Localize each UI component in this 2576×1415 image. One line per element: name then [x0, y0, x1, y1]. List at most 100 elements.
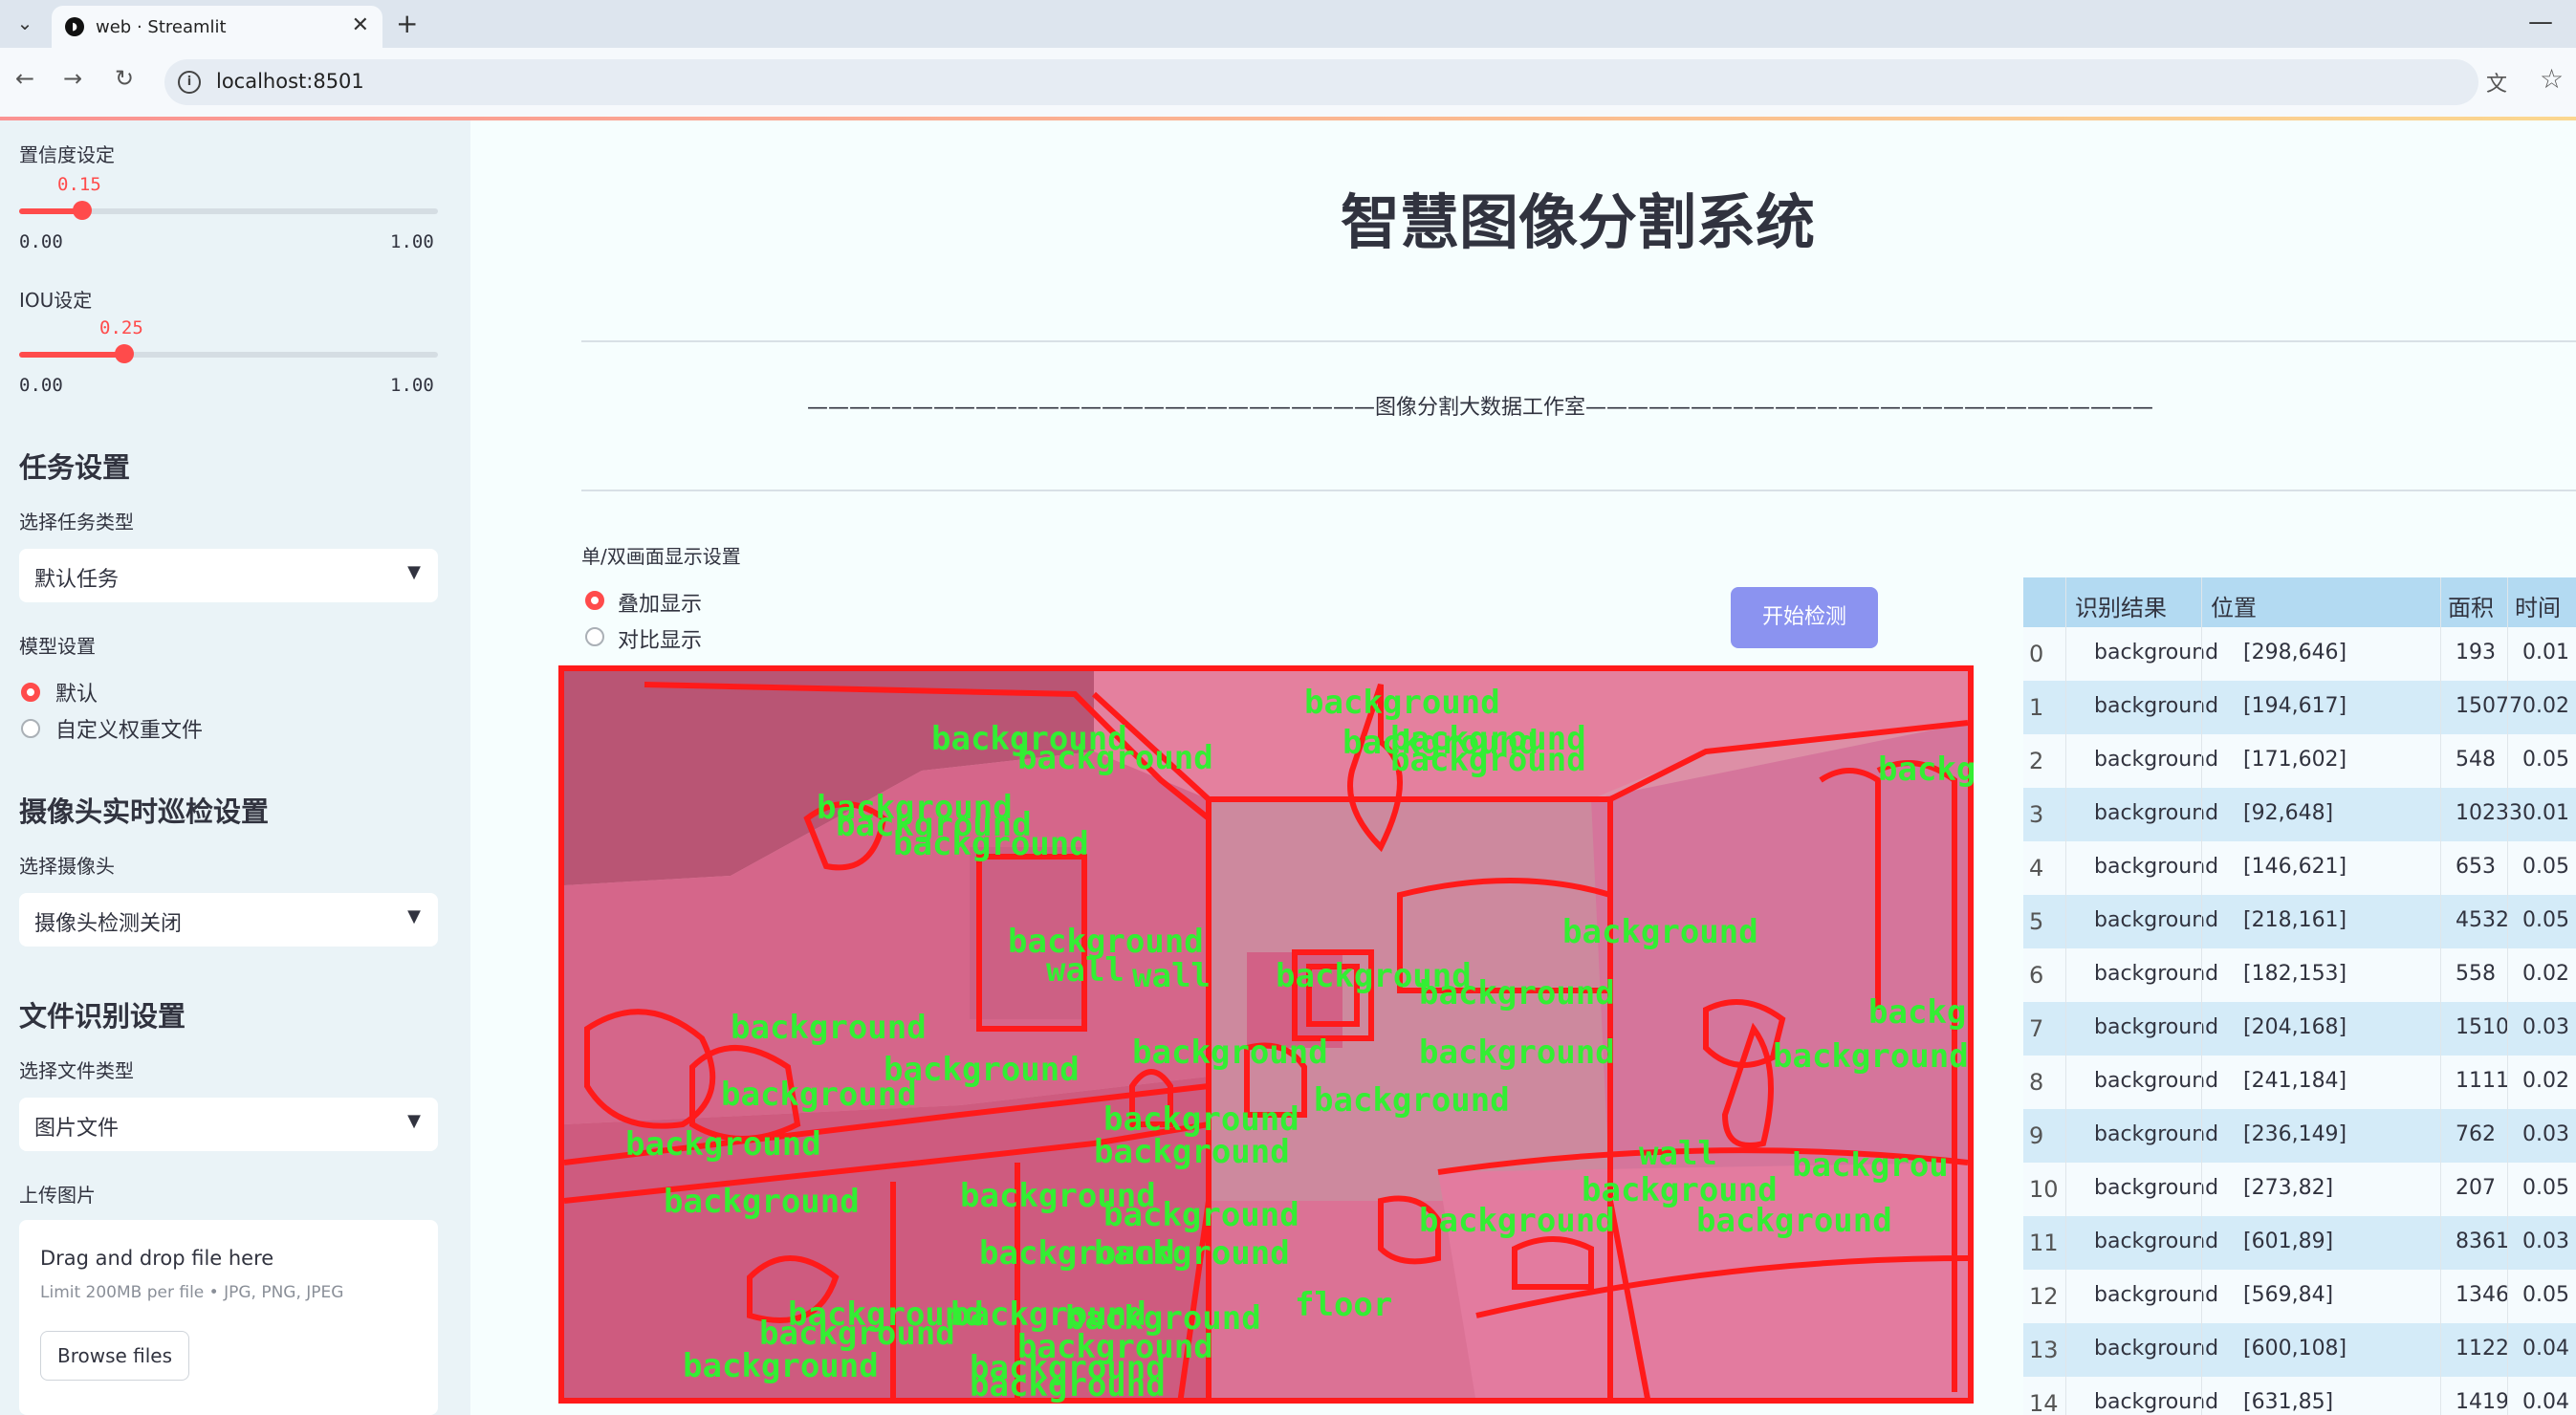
confidence-label: 置信度设定	[19, 143, 115, 166]
confidence-slider-thumb[interactable]	[73, 201, 92, 220]
table-row[interactable]: 14 background [631,85] 1419 0.04	[2023, 1377, 2576, 1415]
tab-list-icon[interactable]: ⌄	[11, 10, 38, 36]
cell-area: 558	[2456, 962, 2496, 986]
model-radio-custom-label[interactable]: 自定义权重文件	[55, 713, 203, 744]
translate-icon[interactable]: 文	[2486, 67, 2507, 98]
cell-area: 1346	[2456, 1283, 2509, 1307]
svg-text:background: background	[1304, 684, 1500, 722]
cell-time: 0.02	[2522, 1069, 2569, 1093]
cell-position: [298,646]	[2243, 641, 2347, 664]
table-row[interactable]: 13 background [600,108] 1122 0.04	[2023, 1323, 2576, 1377]
svg-text:background: background	[1094, 1234, 1290, 1273]
forward-icon[interactable]: →	[63, 65, 82, 92]
svg-text:background: background	[893, 825, 1089, 863]
file-dropzone[interactable]: Drag and drop file here Limit 200MB per …	[19, 1220, 438, 1415]
cell-area: 1510	[2456, 1015, 2509, 1039]
header-area: 面积	[2448, 595, 2494, 621]
camera-select-value: 摄像头检测关闭	[34, 912, 183, 936]
results-table[interactable]: 识别结果 位置 面积 时间 0 background [298,646] 193 0.0…	[2023, 577, 2576, 1415]
minimize-icon[interactable]: —	[2528, 8, 2553, 36]
model-radio-default-label[interactable]: 默认	[55, 677, 98, 708]
svg-text:wall: wall	[1046, 951, 1124, 990]
address-bar[interactable]: i localhost:8501	[164, 59, 2478, 105]
cell-time: 0.05	[2522, 1176, 2569, 1200]
table-row[interactable]: 0 background [298,646] 193 0.01	[2023, 627, 2576, 681]
cell-area: 1122	[2456, 1337, 2509, 1361]
table-row[interactable]: 11 background [601,89] 8361 0.03	[2023, 1216, 2576, 1270]
close-icon[interactable]: ✕	[352, 13, 369, 37]
row-index: 3	[2029, 801, 2044, 828]
display-radio-compare[interactable]	[585, 627, 604, 646]
display-mode-label: 单/双画面显示设置	[581, 545, 741, 568]
cell-result: background	[2094, 801, 2219, 825]
browser-tab[interactable]: ◗ web · Streamlit ✕	[52, 6, 382, 48]
cell-position: [218,161]	[2243, 908, 2347, 932]
svg-text:background: background	[1562, 913, 1758, 951]
cell-position: [600,108]	[2243, 1337, 2347, 1361]
row-index: 14	[2029, 1390, 2059, 1415]
cell-area: 653	[2456, 855, 2496, 879]
bookmark-star-icon[interactable]: ☆	[2540, 63, 2564, 95]
start-detection-button[interactable]: 开始检测	[1731, 587, 1878, 648]
url-text: localhost:8501	[216, 70, 364, 93]
table-row[interactable]: 4 background [146,621] 653 0.05	[2023, 841, 2576, 895]
task-type-select[interactable]: 默认任务 ▼	[19, 549, 438, 602]
browse-files-button[interactable]: Browse files	[40, 1331, 189, 1381]
page-title: 智慧图像分割系统	[1340, 187, 1815, 257]
confidence-slider[interactable]	[19, 201, 438, 220]
model-radio-custom[interactable]	[21, 719, 40, 738]
cell-position: [241,184]	[2243, 1069, 2347, 1093]
table-row[interactable]: 5 background [218,161] 4532 0.05	[2023, 895, 2576, 948]
table-row[interactable]: 8 background [241,184] 1111 0.02	[2023, 1056, 2576, 1109]
svg-text:background: background	[1773, 1037, 1969, 1076]
cell-time: 0.05	[2522, 1283, 2569, 1307]
display-radio-compare-label[interactable]: 对比显示	[618, 623, 702, 654]
cell-area: 762	[2456, 1122, 2496, 1146]
detection-result-image: background background background backgro…	[558, 665, 1976, 1404]
cell-position: [92,648]	[2243, 801, 2334, 825]
file-settings-header: 文件识别设置	[19, 1000, 186, 1033]
site-info-icon[interactable]: i	[178, 71, 201, 94]
header-time: 时间	[2515, 595, 2561, 621]
cell-time: 0.02	[2522, 694, 2569, 718]
table-row[interactable]: 6 background [182,153] 558 0.02	[2023, 948, 2576, 1002]
camera-select[interactable]: 摄像头检测关闭 ▼	[19, 893, 438, 947]
svg-text:wall: wall	[1132, 957, 1211, 995]
table-row[interactable]: 12 background [569,84] 1346 0.05	[2023, 1270, 2576, 1323]
reload-icon[interactable]: ↻	[115, 65, 134, 92]
row-index: 9	[2029, 1122, 2044, 1149]
column-divider	[2440, 577, 2441, 1415]
row-index: 6	[2029, 962, 2044, 989]
cell-time: 0.03	[2522, 1015, 2569, 1039]
row-index: 12	[2029, 1283, 2059, 1310]
table-row[interactable]: 1 background [194,617] 15077 0.02	[2023, 681, 2576, 734]
task-type-value: 默认任务	[34, 568, 120, 592]
table-row[interactable]: 3 background [92,648] 10233 0.01	[2023, 788, 2576, 841]
file-type-value: 图片文件	[34, 1117, 120, 1141]
cell-position: [204,168]	[2243, 1015, 2347, 1039]
table-row[interactable]: 7 background [204,168] 1510 0.03	[2023, 1002, 2576, 1056]
row-index: 13	[2029, 1337, 2059, 1363]
back-icon[interactable]: ←	[15, 65, 34, 92]
model-radio-default[interactable]	[21, 683, 40, 702]
iou-slider[interactable]	[19, 344, 438, 363]
table-row[interactable]: 2 background [171,602] 548 0.05	[2023, 734, 2576, 788]
model-settings-label: 模型设置	[19, 635, 96, 658]
header-position: 位置	[2211, 595, 2257, 621]
cell-result: background	[2094, 1390, 2219, 1414]
display-radio-overlay[interactable]	[585, 591, 604, 610]
row-index: 5	[2029, 908, 2044, 935]
cell-result: background	[2094, 641, 2219, 664]
display-radio-overlay-label[interactable]: 叠加显示	[618, 587, 702, 618]
table-row[interactable]: 10 background [273,82] 207 0.05	[2023, 1163, 2576, 1216]
svg-text:background: background	[970, 1366, 1166, 1404]
svg-text:background: background	[1132, 1034, 1328, 1072]
table-row[interactable]: 9 background [236,149] 762 0.03	[2023, 1109, 2576, 1163]
svg-text:background: background	[1696, 1202, 1892, 1240]
file-type-select[interactable]: 图片文件 ▼	[19, 1098, 438, 1151]
iou-slider-thumb[interactable]	[115, 344, 134, 363]
cell-time: 0.01	[2522, 641, 2569, 664]
streamlit-icon: ◗	[65, 17, 84, 36]
new-tab-icon[interactable]: +	[396, 8, 418, 39]
confidence-min: 0.00	[19, 231, 63, 252]
